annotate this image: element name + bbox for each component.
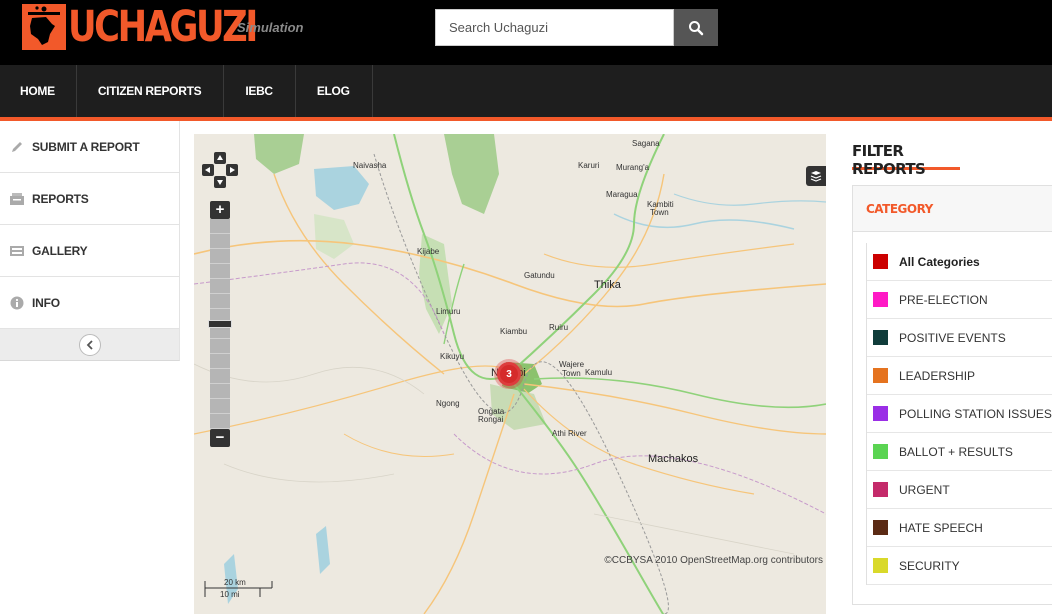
map-label: Rongai xyxy=(478,415,504,424)
pan-arrows-icon xyxy=(202,152,238,188)
zoom-in-button[interactable]: + xyxy=(210,201,230,219)
category-color-swatch xyxy=(873,292,888,307)
scale-km-label: 20 km xyxy=(224,578,246,587)
main-nav: HOME CITIZEN REPORTS IEBC ELOG xyxy=(0,65,1052,121)
category-label: HATE SPEECH xyxy=(899,520,983,535)
map-label: Wajere xyxy=(559,360,585,369)
category-color-swatch xyxy=(873,482,888,497)
category-item[interactable]: LEADERSHIP xyxy=(867,357,1052,395)
category-filter: CATEGORY All Categories PRE-ELECTION POS… xyxy=(852,185,1052,605)
map-label: Sagana xyxy=(632,139,660,148)
search-button[interactable] xyxy=(674,9,718,46)
top-header: UCHAGUZI Simulation xyxy=(0,0,1052,65)
category-color-swatch xyxy=(873,406,888,421)
map-scale-bar: 20 km 10 mi xyxy=(204,576,274,602)
chevron-left-icon xyxy=(86,339,93,350)
map-label: Town xyxy=(562,369,581,378)
map-label: Thika xyxy=(594,279,621,291)
category-label: LEADERSHIP xyxy=(899,368,976,383)
category-label: PRE-ELECTION xyxy=(899,292,988,307)
map-label: Karuri xyxy=(578,161,600,170)
info-icon xyxy=(9,296,25,310)
category-label: All Categories xyxy=(899,254,980,269)
zoom-control: + − xyxy=(208,201,232,447)
search-bar xyxy=(435,9,718,46)
map-label: Maragua xyxy=(606,190,638,199)
gallery-icon xyxy=(9,244,25,258)
reports-icon xyxy=(9,192,25,206)
map-label: Kijabe xyxy=(417,247,440,256)
category-label: URGENT xyxy=(899,482,950,497)
search-input[interactable] xyxy=(435,9,674,46)
nav-iebc[interactable]: IEBC xyxy=(224,65,296,117)
left-sidebar: SUBMIT A REPORT REPORTS GALLERY INFO xyxy=(0,121,180,614)
category-item[interactable]: PRE-ELECTION xyxy=(867,281,1052,319)
map-label: Machakos xyxy=(648,453,699,465)
map-attribution: ©CCBYSA 2010 OpenStreetMap.org contribut… xyxy=(604,555,823,566)
map-label: Limuru xyxy=(436,307,461,316)
sidebar-item-label: SUBMIT A REPORT xyxy=(32,139,140,154)
map-label: Murang'a xyxy=(616,163,650,172)
category-color-swatch xyxy=(873,254,888,269)
layer-switcher-button[interactable] xyxy=(806,166,826,186)
category-item[interactable]: All Categories xyxy=(867,243,1052,281)
map-label: Gatundu xyxy=(524,271,555,280)
filter-title: FILTER REPORTS xyxy=(852,134,960,178)
category-label: POLLING STATION ISSUES xyxy=(899,406,1052,421)
category-item[interactable]: POLLING STATION ISSUES xyxy=(867,395,1052,433)
pencil-icon xyxy=(9,140,25,154)
pan-control[interactable] xyxy=(202,152,238,188)
zoom-out-button[interactable]: − xyxy=(210,429,230,447)
category-color-swatch xyxy=(873,330,888,345)
uchaguzi-logo[interactable]: UCHAGUZI xyxy=(22,2,258,52)
map-label: Town xyxy=(650,208,669,217)
map-label: Ruiru xyxy=(549,323,569,332)
map-label: Ngong xyxy=(436,399,460,408)
sidebar-item-label: INFO xyxy=(32,295,60,310)
sidebar-collapse-bar xyxy=(0,329,180,361)
map-label: Athi River xyxy=(552,429,587,438)
nav-elog[interactable]: ELOG xyxy=(296,65,373,117)
sidebar-item-label: REPORTS xyxy=(32,191,89,206)
category-list: All Categories PRE-ELECTION POSITIVE EVE… xyxy=(866,243,1052,585)
category-item[interactable]: URGENT xyxy=(867,471,1052,509)
report-cluster-marker[interactable]: 3 xyxy=(497,362,521,386)
filter-reports-panel: FILTER REPORTS CATEGORY All Categories P… xyxy=(852,134,1052,614)
search-icon xyxy=(689,20,704,35)
nav-home[interactable]: HOME xyxy=(0,65,77,117)
category-color-swatch xyxy=(873,444,888,459)
category-color-swatch xyxy=(873,558,888,573)
category-color-swatch xyxy=(873,368,888,383)
category-label: POSITIVE EVENTS xyxy=(899,330,1006,345)
zoom-slider-handle[interactable] xyxy=(208,320,232,328)
sidebar-item-gallery[interactable]: GALLERY xyxy=(0,225,180,277)
category-label: SECURITY xyxy=(899,558,960,573)
collapse-sidebar-button[interactable] xyxy=(78,333,101,356)
category-item[interactable]: HATE SPEECH xyxy=(867,509,1052,547)
category-label: BALLOT + RESULTS xyxy=(899,444,1013,459)
sidebar-item-reports[interactable]: REPORTS xyxy=(0,173,180,225)
map-label: Kikuyu xyxy=(440,352,465,361)
nav-citizen-reports[interactable]: CITIZEN REPORTS xyxy=(77,65,225,117)
site-tagline: Simulation xyxy=(237,20,304,35)
layers-icon xyxy=(810,171,822,182)
map-label: Naivasha xyxy=(353,161,387,170)
reports-map[interactable]: + − Naivasha Karuri Murang'a Sagana Mara… xyxy=(194,134,826,614)
scale-mi-label: 10 mi xyxy=(220,590,240,599)
category-heading[interactable]: CATEGORY xyxy=(853,186,1052,232)
sidebar-item-submit-report[interactable]: SUBMIT A REPORT xyxy=(0,121,180,173)
kenya-ballot-logo-icon xyxy=(22,4,66,50)
category-item[interactable]: SECURITY xyxy=(867,547,1052,585)
sidebar-item-label: GALLERY xyxy=(32,243,88,258)
sidebar-item-info[interactable]: INFO xyxy=(0,277,180,329)
map-label: Kiambu xyxy=(500,327,528,336)
category-color-swatch xyxy=(873,520,888,535)
map-label: Kamulu xyxy=(585,368,613,377)
category-item[interactable]: BALLOT + RESULTS xyxy=(867,433,1052,471)
category-item[interactable]: POSITIVE EVENTS xyxy=(867,319,1052,357)
logo-wordmark: UCHAGUZI xyxy=(68,2,258,52)
